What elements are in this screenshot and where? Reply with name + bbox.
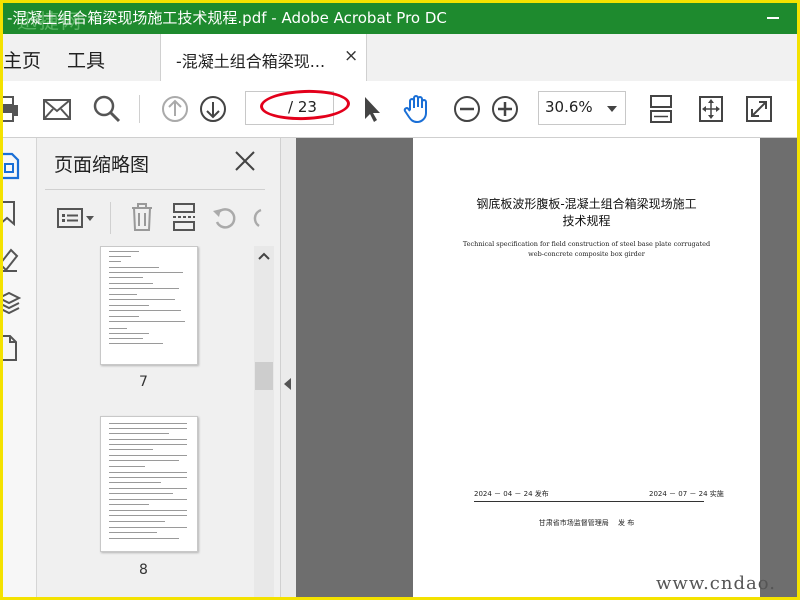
zoom-level-dropdown[interactable]: 30.6% [538,91,626,125]
minimize-button[interactable] [767,17,779,19]
document-english-title: Technical specification for field constr… [413,239,760,259]
email-icon[interactable] [41,93,73,125]
previous-page-icon[interactable] [159,93,191,125]
panel-collapse-handle[interactable] [281,138,296,597]
tab-bar: 主页 工具 -混凝土组合箱梁现... × [3,34,797,82]
document-title-line: 钢底板波形腹板-混凝土组合箱梁现场施工 [476,197,697,211]
pdf-page: 钢底板波形腹板-混凝土组合箱梁现场施工 技术规程 Technical speci… [413,138,760,597]
panel-toolbar-separator [110,202,111,234]
collapse-arrow-icon [284,378,291,390]
document-title: 钢底板波形腹板-混凝土组合箱梁现场施工 技术规程 [413,196,760,230]
full-screen-icon[interactable] [743,93,775,125]
select-cursor-icon[interactable] [355,93,387,125]
fit-page-icon[interactable] [695,93,727,125]
zoom-out-icon[interactable] [451,93,483,125]
document-tab-label: -混凝土组合箱梁现... [176,52,326,71]
page-thumbnails-icon[interactable] [0,152,21,180]
english-title-line: web-concrete composite box girder [528,250,645,258]
layers-icon[interactable] [0,290,21,316]
search-icon[interactable] [91,93,123,125]
close-tab-icon[interactable]: × [344,46,358,66]
insert-page-icon[interactable] [171,202,197,232]
english-title-line: Technical specification for field constr… [462,240,711,248]
fit-width-icon[interactable] [645,93,677,125]
panel-divider [45,189,265,190]
toolbar-separator [139,95,140,123]
panel-toolbar [37,198,280,238]
page-thumbnail-7[interactable] [100,246,198,365]
page-thumbnails-panel: 页面缩略图 7 8 [37,138,281,597]
zoom-in-icon[interactable] [489,93,521,125]
tab-tools[interactable]: 工具 [67,46,105,73]
tab-document[interactable]: -混凝土组合箱梁现... × [160,34,367,82]
title-bar: 迅捷网 -混凝土组合箱梁现场施工技术规程.pdf - Adobe Acrobat… [3,3,797,34]
window-title: -混凝土组合箱梁现场施工技术规程.pdf - Adobe Acrobat Pro… [7,9,447,27]
issue-date: 2024 － 04 － 24 发布 [474,490,549,498]
rotate-right-icon[interactable] [249,204,269,232]
issuer: 甘肃省市场监督管理局 发 布 [538,519,635,527]
close-icon[interactable] [234,150,256,172]
app-window: 迅捷网 -混凝土组合箱梁现场施工技术规程.pdf - Adobe Acrobat… [0,0,800,600]
document-title-line: 技术规程 [562,214,611,228]
chevron-up-icon[interactable] [258,252,270,260]
page-number-label: 7 [139,374,148,390]
thumbnail-scrollbar[interactable] [254,246,274,597]
signature-icon[interactable] [0,246,21,272]
implement-date: 2024 － 07 － 24 实施 [649,490,724,498]
zoom-level-value: 30.6% [545,98,593,116]
trash-icon[interactable] [129,202,155,232]
main-toolbar: / 23 30.6% [3,81,797,138]
bookmark-icon[interactable] [0,200,19,226]
hand-tool-icon[interactable] [401,93,433,125]
panel-title: 页面缩略图 [54,154,150,176]
left-tool-strip [3,138,37,597]
options-menu-icon[interactable] [57,206,97,230]
thumbnail-list: 7 8 [37,246,274,597]
scrollbar-thumb[interactable] [255,362,273,390]
tab-home[interactable]: 主页 [3,46,41,73]
date-rule [474,501,704,502]
document-view[interactable]: 钢底板波形腹板-混凝土组合箱梁现场施工 技术规程 Technical speci… [296,138,797,597]
chevron-down-icon [607,106,617,112]
attachment-file-icon[interactable] [0,334,19,362]
rotate-left-icon[interactable] [211,204,239,232]
page-thumbnail-8[interactable] [100,416,198,552]
site-watermark: www.cndao. [656,573,776,594]
print-icon[interactable] [0,93,23,125]
next-page-icon[interactable] [197,93,229,125]
page-number-label: 8 [139,562,148,578]
